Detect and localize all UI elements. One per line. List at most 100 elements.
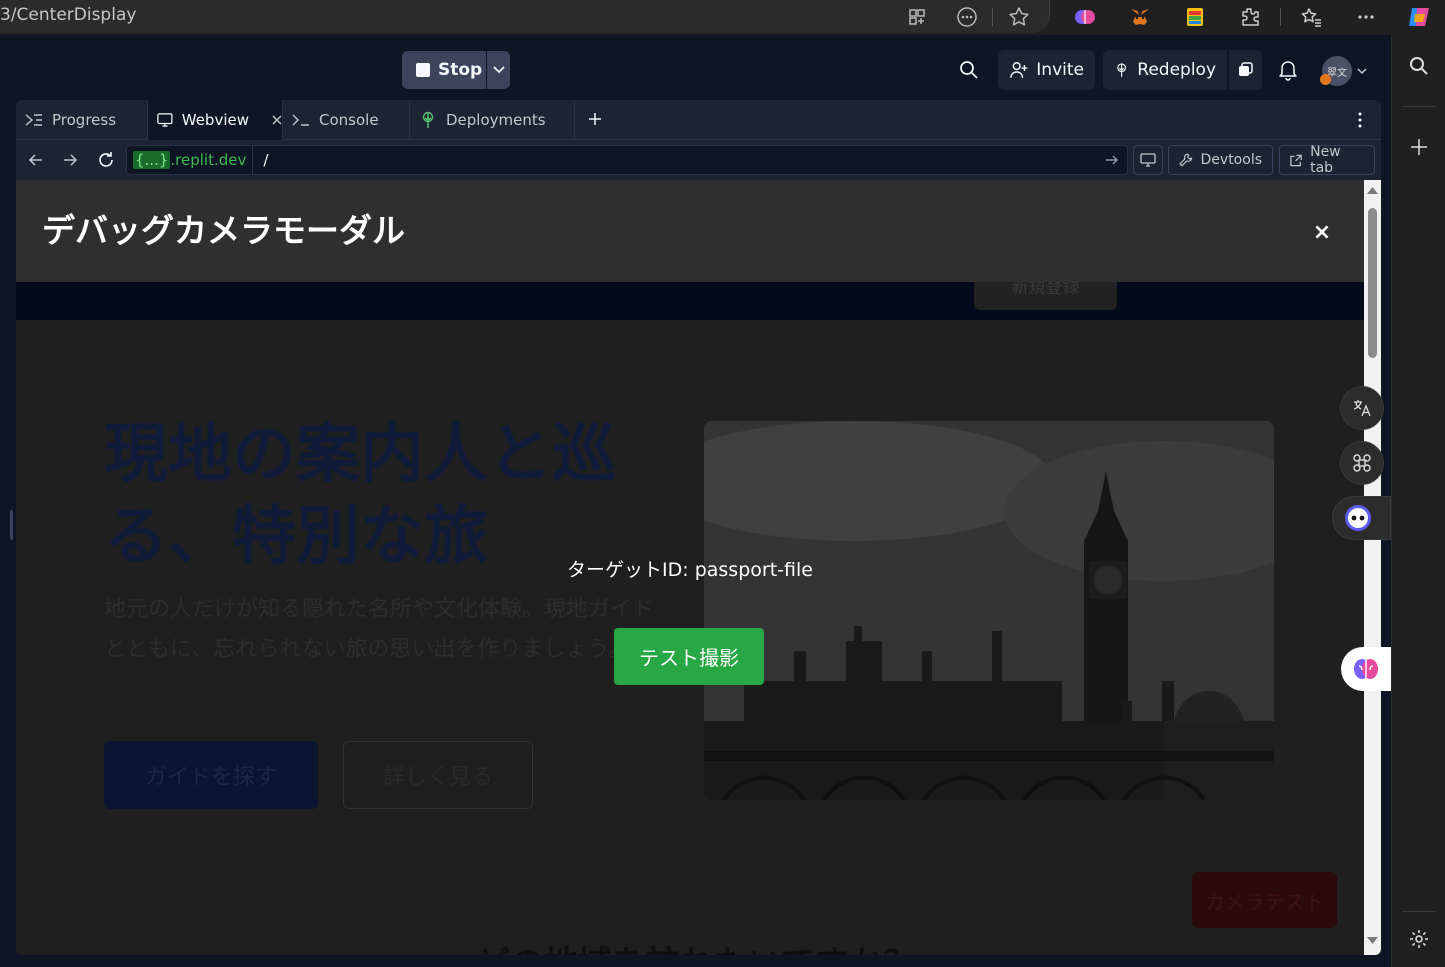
tab-bar: Progress Webview Console Deployments: [16, 100, 1381, 140]
learn-more-button[interactable]: 詳しく見る: [343, 741, 533, 809]
redeploy-button[interactable]: Redeploy: [1103, 50, 1227, 90]
webview-content: 新規登録 現地の案内人と巡る、特別な旅 地元の人だけが知る隠れた名所や文化体験。…: [16, 180, 1364, 955]
extensions-puzzle-icon[interactable]: [1237, 4, 1263, 30]
url-id-badge: {...}: [133, 151, 171, 169]
stop-icon: [416, 63, 430, 77]
more-icon[interactable]: [954, 4, 980, 30]
add-user-icon: [1010, 62, 1028, 78]
modal-close-button[interactable]: ×: [1310, 220, 1334, 245]
url-domain-suffix: .replit.dev: [170, 151, 247, 169]
tab-console[interactable]: Console: [283, 100, 410, 140]
scroll-up-icon[interactable]: [1367, 186, 1378, 194]
divider: [1402, 911, 1436, 912]
new-tab-button[interactable]: New tab: [1279, 144, 1375, 176]
stop-label: Stop: [438, 60, 483, 80]
device-preview-button[interactable]: [1133, 145, 1163, 175]
replit-workspace: Stop Invite Redeploy 翠文 Progress Webview…: [0, 40, 1391, 967]
brain-float-button[interactable]: [1341, 647, 1391, 691]
terminal-icon: [292, 114, 309, 126]
chevron-down-icon: [492, 66, 505, 74]
brain-extension-icon[interactable]: [1072, 4, 1098, 30]
deploy-icon: [1117, 63, 1127, 77]
add-tab-icon[interactable]: [588, 112, 602, 126]
tab-progress[interactable]: Progress: [16, 100, 148, 140]
wrench-icon: [1179, 153, 1193, 167]
address-bar[interactable]: 3/CenterDisplay: [0, 0, 1050, 33]
find-guide-button[interactable]: ガイドを探す: [104, 741, 318, 809]
url-input[interactable]: {...} .replit.dev /: [126, 145, 1128, 175]
scroll-thumb[interactable]: [1368, 208, 1377, 358]
resize-handle[interactable]: [10, 510, 13, 540]
edge-sidebar: [1391, 35, 1445, 967]
close-icon[interactable]: [272, 115, 282, 125]
deploy-status-button[interactable]: [1229, 50, 1262, 90]
favorite-star-icon[interactable]: [1006, 4, 1032, 30]
invite-button[interactable]: Invite: [998, 50, 1095, 90]
translate-float-button[interactable]: [1340, 386, 1384, 430]
devtools-button[interactable]: Devtools: [1168, 145, 1273, 175]
url-path[interactable]: /: [263, 151, 268, 169]
hero-title: 現地の案内人と巡る、特別な旅: [104, 418, 616, 574]
target-id-label: ターゲットID: passport-file: [567, 559, 813, 581]
deploy-icon: [422, 111, 434, 128]
command-icon: [1353, 454, 1371, 472]
forward-icon[interactable]: [62, 152, 78, 168]
tab-label: Webview: [181, 111, 249, 129]
webview-pane: Progress Webview Console Deployments {..…: [16, 100, 1381, 955]
tab-label: Console: [319, 111, 379, 129]
metamask-icon[interactable]: [1127, 4, 1153, 30]
url-domain: {...} .replit.dev: [127, 146, 254, 174]
chevron-down-icon[interactable]: [1357, 67, 1367, 75]
tab-webview[interactable]: Webview: [148, 100, 283, 140]
settings-icon[interactable]: [1408, 928, 1430, 950]
address-text[interactable]: 3/CenterDisplay: [0, 5, 136, 25]
scrollbar[interactable]: [1364, 180, 1381, 955]
separator: [992, 8, 993, 26]
more-vertical-icon[interactable]: [1358, 112, 1362, 128]
hero-description: 地元の人だけが知る隠れた名所や文化体験。現地ガイドとともに、忘れられない旅の思い…: [104, 597, 655, 662]
go-arrow-icon[interactable]: [1105, 153, 1119, 167]
apps-float-button[interactable]: [1340, 441, 1384, 485]
search-icon[interactable]: [959, 60, 979, 80]
colorful-extension-icon[interactable]: [1182, 4, 1208, 30]
assistant-float-button[interactable]: [1332, 496, 1391, 540]
monitor-icon: [157, 113, 173, 127]
separator: [1280, 8, 1281, 26]
invite-label: Invite: [1036, 60, 1084, 80]
refresh-icon[interactable]: [97, 151, 115, 169]
assistant-face-icon: [1345, 505, 1371, 531]
hero-image-london: [704, 421, 1274, 800]
brain-icon: [1354, 659, 1378, 679]
stop-options-button[interactable]: [487, 51, 510, 89]
status-badge: [1320, 74, 1331, 85]
browser-toolbar: 3/CenterDisplay: [0, 0, 1445, 35]
translate-icon: [1353, 400, 1371, 417]
menu-dots-icon[interactable]: [1353, 4, 1379, 30]
tab-label: Progress: [52, 111, 117, 129]
device-icon: [1140, 153, 1156, 167]
devtools-label: Devtools: [1200, 152, 1262, 168]
stop-button[interactable]: Stop: [402, 51, 486, 89]
modal-header: デバッグカメラモーダル ×: [16, 180, 1364, 282]
copilot-icon[interactable]: [1406, 4, 1432, 30]
add-icon[interactable]: [1409, 137, 1429, 157]
progress-icon: [25, 114, 42, 126]
tab-label: Deployments: [446, 111, 546, 129]
newtab-label: New tab: [1310, 144, 1341, 176]
divider: [1402, 106, 1436, 107]
redeploy-label: Redeploy: [1137, 60, 1216, 80]
camera-test-button[interactable]: カメラテスト: [1192, 872, 1337, 928]
favorites-icon[interactable]: [1298, 4, 1324, 30]
tab-deployments[interactable]: Deployments: [410, 100, 575, 140]
deployments-icon: [1239, 62, 1253, 76]
back-icon[interactable]: [28, 152, 44, 168]
apps-icon[interactable]: [904, 4, 930, 30]
site-header: [16, 280, 1364, 320]
webview-url-bar: {...} .replit.dev / Devtools New tab: [16, 140, 1381, 180]
modal-title: デバッグカメラモーダル: [42, 211, 405, 250]
test-capture-button[interactable]: テスト撮影: [614, 628, 764, 685]
external-link-icon: [1290, 154, 1302, 166]
bell-icon[interactable]: [1278, 59, 1298, 81]
scroll-down-icon[interactable]: [1367, 937, 1378, 945]
search-icon[interactable]: [1408, 55, 1430, 77]
